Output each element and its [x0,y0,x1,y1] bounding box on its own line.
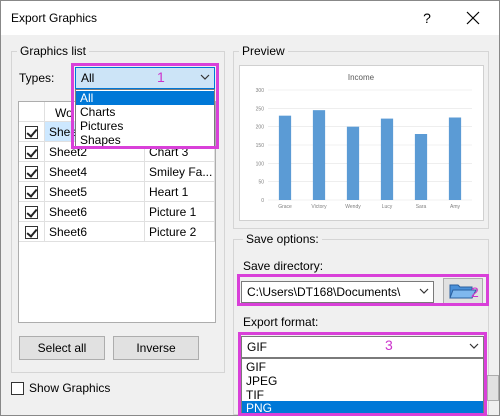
row-name: Picture 2 [145,222,215,242]
y-tick-label: 0 [261,198,264,204]
row-sheet: Sheet5 [45,182,145,202]
y-tick-label: 50 [258,180,264,186]
x-tick-label: Victory [311,204,327,210]
row-checkbox[interactable] [25,206,38,219]
export-format-label: Export format: [243,315,319,329]
highlight-box-3 [238,332,487,416]
table-row[interactable]: Sheet6 Picture 2 [19,222,215,242]
close-icon [466,11,480,25]
row-checkbox-cell [19,202,45,222]
table-row[interactable]: Sheet5 Heart 1 [19,182,215,202]
export-graphics-dialog: Export Graphics ? Graphics list Types: W… [0,0,500,416]
save-directory-label: Save directory: [243,259,324,273]
income-chart: Income 0 50 100 150 200 250 300 Grace Victory Wen… [256,73,472,210]
bar [448,117,462,200]
y-tick-label: 250 [256,106,265,112]
table-row[interactable]: Sheet4 Smiley Fa... [19,162,215,182]
row-checkbox[interactable] [25,166,38,179]
save-options-label: Save options: [243,232,322,246]
help-button[interactable]: ? [413,5,441,31]
x-tick-label: Amy [450,204,461,210]
row-sheet: Sheet6 [45,202,145,222]
row-name: Heart 1 [145,182,215,202]
show-graphics-label: Show Graphics [29,381,111,395]
y-tick-label: 300 [256,88,265,94]
x-tick-label: Wendy [345,204,361,210]
title-bar: Export Graphics ? [1,1,499,35]
x-tick-label: Grace [278,204,292,210]
bar [278,115,292,200]
badge-1: 1 [157,69,165,85]
chart-title: Income [348,73,375,82]
close-button[interactable] [459,5,487,31]
highlight-box-1 [71,63,219,149]
row-checkbox[interactable] [25,226,38,239]
row-checkbox-cell [19,162,45,182]
row-checkbox-cell [19,122,45,142]
table-row[interactable]: Sheet6 Picture 1 [19,202,215,222]
bar [380,118,394,200]
inverse-button[interactable]: Inverse [113,336,199,360]
badge-3: 3 [385,337,393,353]
bar [312,110,326,200]
badge-2: 2 [471,284,479,300]
row-name: Smiley Fa... [145,162,215,182]
select-all-button[interactable]: Select all [19,336,105,360]
row-checkbox-cell [19,222,45,242]
y-tick-label: 100 [256,161,265,167]
row-checkbox[interactable] [25,126,38,139]
row-sheet: Sheet6 [45,222,145,242]
row-name: Picture 1 [145,202,215,222]
x-tick-label: Lucy [382,204,393,210]
row-sheet: Sheet4 [45,162,145,182]
window-title: Export Graphics [11,11,98,25]
bar [414,134,428,200]
row-checkbox-cell [19,182,45,202]
bar [346,126,360,200]
y-tick-label: 150 [256,143,265,149]
preview-label: Preview [239,44,288,58]
row-checkbox[interactable] [25,186,38,199]
show-graphics-checkbox[interactable] [11,382,24,395]
row-checkbox[interactable] [25,146,38,159]
graphics-list-label: Graphics list [17,44,90,58]
ok-button-partial[interactable] [487,375,499,401]
y-tick-label: 200 [256,125,265,131]
header-checkbox-col [19,102,45,122]
x-tick-label: Sara [416,204,427,210]
highlight-box-2 [237,274,489,306]
types-label: Types: [19,71,55,85]
preview-panel: Income 0 50 100 150 200 250 300 Grace Victory Wen… [239,65,484,221]
row-checkbox-cell [19,142,45,162]
